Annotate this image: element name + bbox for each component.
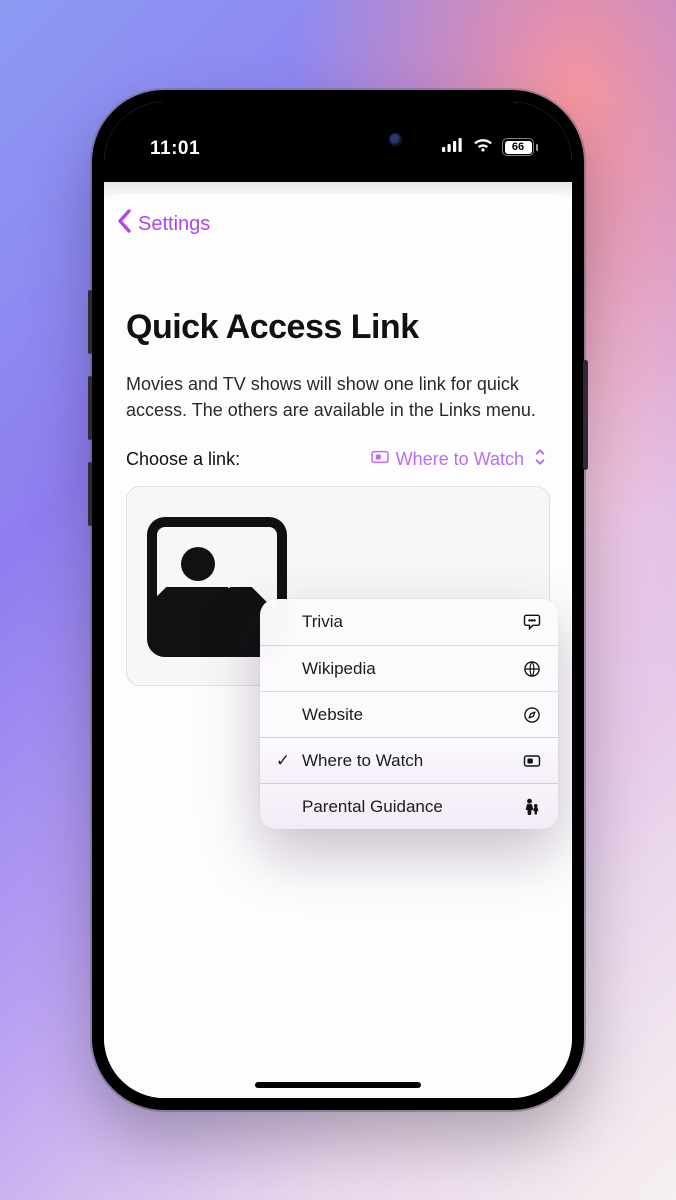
menu-item-label: Website [302, 705, 363, 725]
watch-icon [370, 447, 390, 472]
status-right: 66 [442, 137, 544, 158]
watch-icon [522, 751, 542, 771]
battery-level: 66 [505, 141, 532, 154]
dynamic-island [263, 120, 413, 160]
nav-bar: Settings [104, 194, 572, 248]
chevron-up-down-icon [530, 447, 550, 472]
menu-item-label: Trivia [302, 612, 343, 632]
back-label: Settings [138, 213, 210, 236]
page-description: Movies and TV shows will show one link f… [126, 371, 550, 423]
menu-item-label: Wikipedia [302, 659, 376, 679]
globe-icon [522, 659, 542, 679]
checkmark-icon: ✓ [274, 751, 292, 771]
cellular-icon [442, 138, 464, 157]
menu-item-where-to-watch[interactable]: ✓ Where to Watch [260, 737, 558, 783]
choose-row: Choose a link: Where to Watch [126, 447, 550, 472]
picker-label: Where to Watch [396, 449, 524, 470]
chevron-left-icon [114, 208, 136, 240]
link-picker[interactable]: Where to Watch [370, 447, 550, 472]
screen: 11:01 66 [104, 102, 572, 1098]
menu-item-wikipedia[interactable]: Wikipedia [260, 645, 558, 691]
family-icon [522, 797, 542, 817]
menu-item-website[interactable]: Website [260, 691, 558, 737]
home-indicator[interactable] [255, 1082, 421, 1088]
status-time: 11:01 [132, 135, 200, 160]
trivia-icon [522, 612, 542, 632]
menu-item-label: Where to Watch [302, 751, 423, 771]
choose-label: Choose a link: [126, 449, 240, 470]
sheet: Settings Quick Access Link Movies and TV… [104, 194, 572, 1098]
battery-icon: 66 [502, 138, 538, 156]
compass-icon [522, 705, 542, 725]
menu-item-parental-guidance[interactable]: Parental Guidance [260, 783, 558, 829]
menu-item-trivia[interactable]: Trivia [260, 599, 558, 645]
link-menu: Trivia Wikipedia Website [260, 599, 558, 829]
menu-item-label: Parental Guidance [302, 797, 443, 817]
wifi-icon [472, 137, 494, 158]
phone-frame: 11:01 66 [92, 90, 584, 1110]
back-button[interactable]: Settings [114, 208, 210, 240]
page-title: Quick Access Link [126, 308, 550, 347]
camera-icon [389, 133, 403, 147]
